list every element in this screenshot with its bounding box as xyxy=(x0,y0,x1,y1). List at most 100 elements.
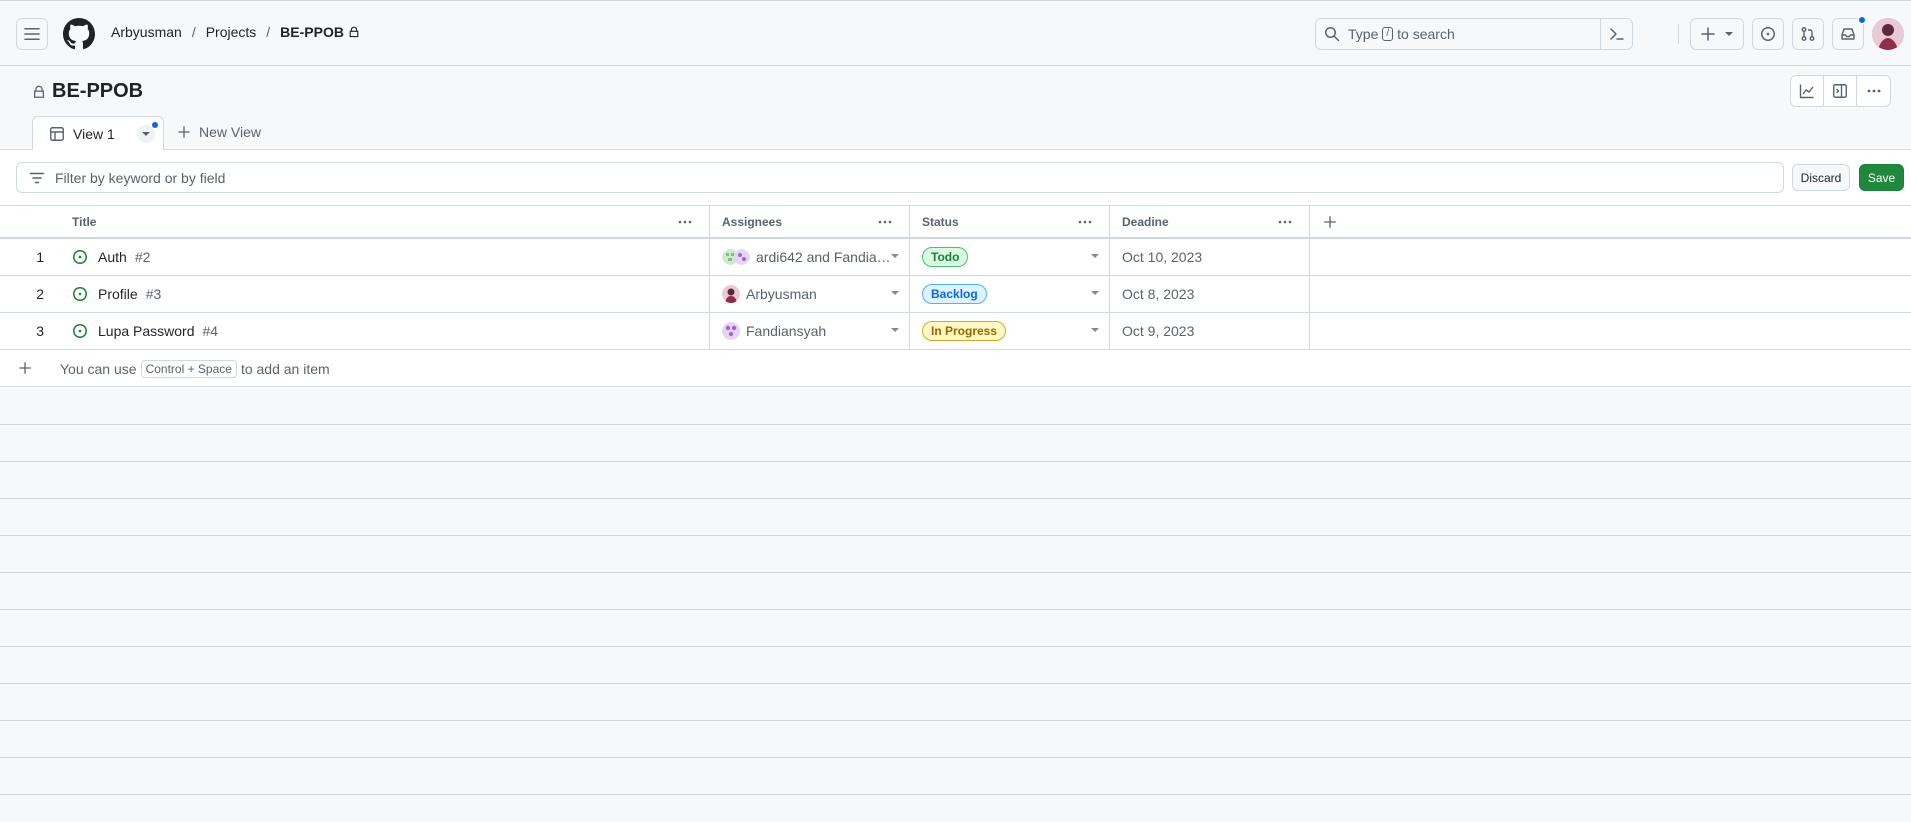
issue-number: #4 xyxy=(202,323,219,339)
column-menu-icon[interactable] xyxy=(677,214,693,230)
issue-number: #3 xyxy=(145,286,162,302)
column-menu-icon[interactable] xyxy=(1077,214,1093,230)
column-header-assignees[interactable]: Assignees xyxy=(710,206,910,237)
column-menu-icon[interactable] xyxy=(1277,214,1293,230)
issue-title[interactable]: Auth xyxy=(98,249,127,265)
chevron-down-icon[interactable] xyxy=(891,291,899,295)
plus-icon xyxy=(1324,215,1336,228)
triangle-down-icon xyxy=(141,131,150,136)
chevron-down-icon[interactable] xyxy=(891,328,899,332)
assignees-cell[interactable]: Arbyusman xyxy=(710,276,910,312)
graph-icon xyxy=(1799,84,1814,99)
column-menu-icon[interactable] xyxy=(877,214,893,230)
github-logo-icon[interactable] xyxy=(63,18,95,50)
table-header: Title Assignees Status Deadine xyxy=(0,206,1911,239)
issue-number: #2 xyxy=(134,249,151,265)
search-input[interactable]: Type / to search xyxy=(1315,18,1633,50)
table-row[interactable]: 2 Profile #3 Arbyusman Backlog Oct 8, 20… xyxy=(0,276,1911,313)
breadcrumb: Arbyusman / Projects / BE-PPOB xyxy=(111,24,360,40)
empty-table-area xyxy=(0,388,1911,822)
insights-button[interactable] xyxy=(1791,76,1824,106)
title-cell[interactable]: Auth #2 xyxy=(58,239,710,275)
inbox-button[interactable] xyxy=(1832,16,1866,50)
chevron-down-icon[interactable] xyxy=(891,254,899,258)
status-cell[interactable]: Backlog xyxy=(910,276,1110,312)
lock-icon xyxy=(348,26,360,38)
issue-opened-icon xyxy=(73,287,87,301)
issue-opened-icon xyxy=(73,324,87,338)
column-header-deadline[interactable]: Deadine xyxy=(1110,206,1310,237)
lock-icon xyxy=(33,85,45,98)
deadline-cell[interactable]: Oct 9, 2023 xyxy=(1110,313,1310,349)
filter-bar: Filter by keyword or by field Discard Sa… xyxy=(0,150,1911,206)
assignees-cell[interactable]: ardi642 and Fandiansyah xyxy=(710,239,910,275)
tab-view-1[interactable]: View 1 xyxy=(32,116,164,151)
pull-requests-button[interactable] xyxy=(1792,18,1824,50)
filter-input[interactable]: Filter by keyword or by field xyxy=(16,162,1784,193)
avatar xyxy=(722,249,750,265)
breadcrumb-owner[interactable]: Arbyusman xyxy=(111,24,182,40)
issue-opened-icon xyxy=(1761,27,1775,41)
filter-icon xyxy=(29,172,45,183)
status-cell[interactable]: Todo xyxy=(910,239,1110,275)
view-tabs: View 1 New View xyxy=(0,116,1911,151)
table-row[interactable]: 3 Lupa Password #4 Fandiansyah In Progre… xyxy=(0,313,1911,350)
chevron-down-icon[interactable] xyxy=(1091,254,1099,258)
avatar xyxy=(722,285,740,303)
search-icon xyxy=(1325,27,1340,42)
user-avatar[interactable] xyxy=(1872,18,1904,50)
unsaved-changes-dot xyxy=(150,120,159,129)
status-badge: Backlog xyxy=(922,284,987,304)
table-row[interactable]: 1 Auth #2 ardi642 and Fandiansyah Todo O… xyxy=(0,239,1911,276)
project-actions xyxy=(1790,75,1891,107)
status-badge: In Progress xyxy=(922,321,1007,341)
chevron-down-icon[interactable] xyxy=(1091,291,1099,295)
breadcrumb-project[interactable]: BE-PPOB xyxy=(280,24,344,40)
new-view-button[interactable]: New View xyxy=(177,124,261,140)
more-options-button[interactable] xyxy=(1857,76,1890,106)
inbox-icon xyxy=(1841,28,1855,40)
hamburger-icon xyxy=(24,28,40,40)
project-table: Title Assignees Status Deadine 1 Auth #2 xyxy=(0,206,1911,387)
issue-title[interactable]: Lupa Password xyxy=(98,323,195,339)
row-number: 3 xyxy=(36,323,44,339)
plus-icon xyxy=(1701,27,1715,41)
table-icon xyxy=(50,126,64,141)
project-title: BE-PPOB xyxy=(32,80,143,103)
title-cell[interactable]: Profile #3 xyxy=(58,276,710,312)
assignees-cell[interactable]: Fandiansyah xyxy=(710,313,910,349)
avatar xyxy=(722,322,740,340)
column-header-status[interactable]: Status xyxy=(910,206,1110,237)
triangle-down-icon xyxy=(1725,32,1733,36)
deadline-cell[interactable]: Oct 8, 2023 xyxy=(1110,276,1310,312)
add-field-button[interactable] xyxy=(1310,206,1350,237)
column-header-title[interactable]: Title xyxy=(58,206,710,237)
plus-icon xyxy=(178,126,190,138)
chevron-down-icon[interactable] xyxy=(1091,328,1099,332)
status-cell[interactable]: In Progress xyxy=(910,313,1110,349)
row-number: 2 xyxy=(36,286,44,302)
breadcrumb-projects[interactable]: Projects xyxy=(206,24,257,40)
notification-dot xyxy=(1858,16,1866,24)
terminal-icon xyxy=(1609,28,1624,40)
menu-button[interactable] xyxy=(16,18,48,50)
git-pull-request-icon xyxy=(1801,27,1815,41)
sidebar-expand-icon xyxy=(1833,84,1847,98)
row-number: 1 xyxy=(36,249,44,265)
deadline-cell[interactable]: Oct 10, 2023 xyxy=(1110,239,1310,275)
title-cell[interactable]: Lupa Password #4 xyxy=(58,313,710,349)
issue-opened-icon xyxy=(73,250,87,264)
plus-icon[interactable] xyxy=(18,361,32,375)
side-panel-button[interactable] xyxy=(1824,76,1857,106)
kebab-horizontal-icon xyxy=(1867,89,1880,93)
add-item-row[interactable]: You can use Control + Space to add an it… xyxy=(0,350,1911,387)
discard-button[interactable]: Discard xyxy=(1792,164,1850,191)
view-options-button[interactable] xyxy=(136,120,159,143)
issues-button[interactable] xyxy=(1752,18,1784,50)
save-button[interactable]: Save xyxy=(1859,164,1904,191)
issue-title[interactable]: Profile xyxy=(98,286,138,302)
create-new-button[interactable] xyxy=(1690,18,1744,50)
status-badge: Todo xyxy=(922,247,969,267)
command-palette-button[interactable] xyxy=(1600,19,1632,49)
top-header: Arbyusman / Projects / BE-PPOB Type / to… xyxy=(0,0,1911,66)
